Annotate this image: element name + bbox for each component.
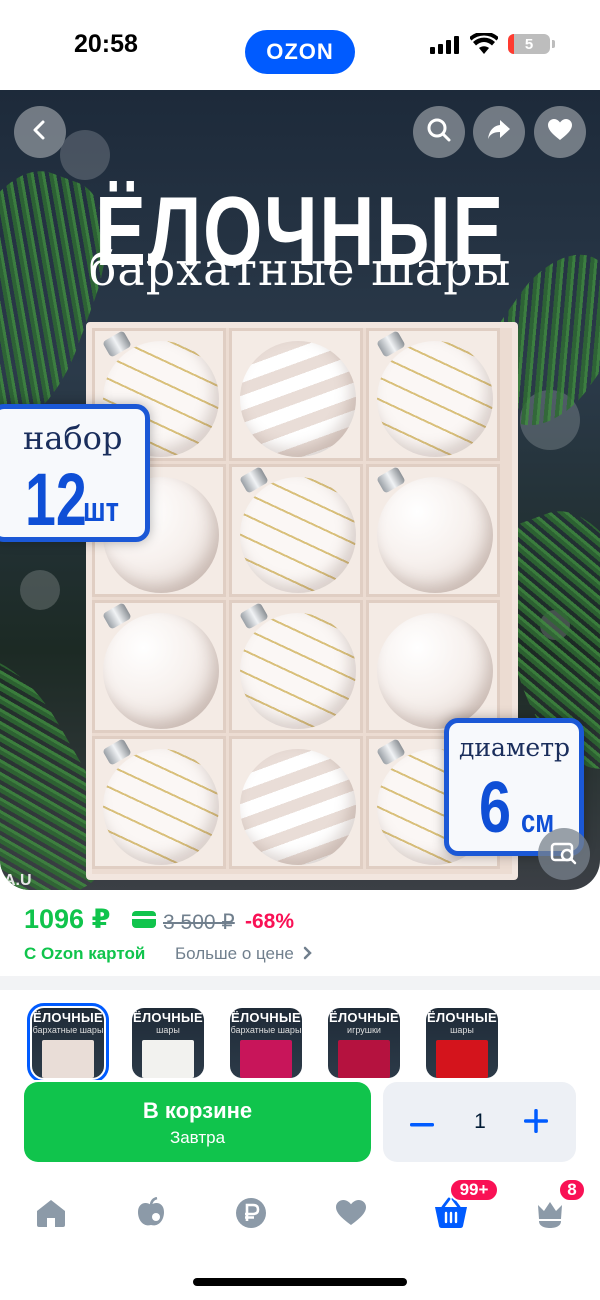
delivery-date: Завтра xyxy=(169,1128,226,1147)
back-icon xyxy=(29,119,51,146)
thumbnail-product xyxy=(338,1040,390,1078)
battery-icon: 5 xyxy=(508,34,555,54)
ornament xyxy=(366,328,500,461)
set-badge-label: набор xyxy=(23,419,123,457)
thumbnail-product xyxy=(42,1040,94,1078)
more-about-price-link[interactable]: Больше о цене xyxy=(175,944,313,965)
status-time: 20:58 xyxy=(74,30,138,58)
share-button[interactable] xyxy=(473,106,525,158)
favorites-icon xyxy=(335,1199,367,1232)
thumbnail-product xyxy=(240,1040,292,1078)
thumbnail-title: ЁЛОЧНЫЕ xyxy=(33,1010,103,1025)
cart-icon xyxy=(433,1197,469,1234)
fresh-icon xyxy=(135,1196,167,1234)
search-button[interactable] xyxy=(413,106,465,158)
decrease-quantity-button[interactable] xyxy=(405,1106,439,1140)
cart-count-badge: 99+ xyxy=(449,1178,499,1202)
share-icon xyxy=(486,118,512,147)
thumbnail-subtitle: шары xyxy=(450,1025,474,1035)
thumbnail-product xyxy=(142,1040,194,1078)
quantity-value: 1 xyxy=(474,1110,486,1133)
ornament xyxy=(229,328,363,461)
thumbnail-title: ЁЛОЧНЫЕ xyxy=(329,1010,399,1025)
variant-thumbnail[interactable]: ЁЛОЧНЫЕ игрушки xyxy=(328,1008,400,1078)
quantity-stepper: 1 xyxy=(383,1082,576,1162)
plus-icon xyxy=(524,1108,548,1138)
diameter-badge-label: диаметр xyxy=(459,733,571,762)
set-badge-unit: шт xyxy=(83,491,119,529)
ornament xyxy=(229,464,363,597)
thumbnail-title: ЁЛОЧНЫЕ xyxy=(133,1010,203,1025)
battery-level: 5 xyxy=(524,35,534,53)
home-icon xyxy=(35,1198,67,1233)
thumbnail-product xyxy=(436,1040,488,1078)
tab-favorites[interactable] xyxy=(321,1190,381,1240)
wifi-icon xyxy=(469,31,499,60)
tab-home[interactable] xyxy=(21,1190,81,1240)
set-count-badge: набор 12 шт xyxy=(0,404,150,542)
chevron-right-icon xyxy=(303,945,313,965)
more-about-price-label: Больше о цене xyxy=(175,944,294,963)
status-bar: 20:58 OZON 5 xyxy=(0,0,600,90)
in-cart-button[interactable]: В корзине Завтра xyxy=(24,1082,371,1162)
thumbnail-subtitle: игрушки xyxy=(347,1025,381,1035)
price-block[interactable]: 1096 ₽ 3 500 ₽ -68% С Ozon картой Больше… xyxy=(0,890,600,978)
image-search-icon xyxy=(550,839,578,870)
hero-subtitle: бархатные шары xyxy=(88,242,512,296)
minus-icon xyxy=(410,1114,434,1132)
ornament xyxy=(229,600,363,733)
variant-thumbnails: ЁЛОЧНЫЕ бархатные шары ЁЛОЧНЫЕ шары ЁЛОЧ… xyxy=(0,990,600,1083)
set-badge-number: 12 xyxy=(25,458,87,541)
ornament xyxy=(92,736,226,869)
ornament xyxy=(366,464,500,597)
increase-quantity-button[interactable] xyxy=(519,1106,553,1140)
ozon-card-icon xyxy=(132,911,156,928)
search-icon xyxy=(426,117,452,148)
variant-thumbnail[interactable]: ЁЛОЧНЫЕ шары xyxy=(132,1008,204,1078)
finance-icon xyxy=(235,1197,267,1234)
ozon-card-label: С Ozon картой xyxy=(24,944,146,963)
tab-fresh[interactable] xyxy=(121,1190,181,1240)
section-separator xyxy=(0,976,600,990)
old-price: 3 500 ₽ xyxy=(163,911,235,934)
variant-thumbnail[interactable]: ЁЛОЧНЫЕ бархатные шары xyxy=(230,1008,302,1078)
thumbnail-subtitle: шары xyxy=(156,1025,180,1035)
variant-thumbnail[interactable]: ЁЛОЧНЫЕ шары xyxy=(426,1008,498,1078)
diameter-badge-number: 6 xyxy=(479,768,512,848)
tab-finance[interactable] xyxy=(221,1190,281,1240)
ornament xyxy=(366,600,500,733)
in-cart-label: В корзине xyxy=(142,1098,253,1123)
thumbnail-title: ЁЛОЧНЫЕ xyxy=(427,1010,497,1025)
ornament xyxy=(92,600,226,733)
price: 1096 ₽ xyxy=(24,904,111,934)
product-image[interactable]: ЁЛОЧНЫЕ бархатные шары набор 12 шт диаме… xyxy=(0,90,600,890)
ornament xyxy=(229,736,363,869)
action-bar: В корзине Завтра 1 xyxy=(0,1080,600,1172)
variant-thumbnail[interactable]: ЁЛОЧНЫЕ бархатные шары xyxy=(27,1003,109,1083)
thumbnail-title: ЁЛОЧНЫЕ xyxy=(231,1010,301,1025)
thumbnail-subtitle: бархатные шары xyxy=(32,1025,104,1035)
favorite-icon xyxy=(547,118,573,147)
home-indicator[interactable] xyxy=(193,1278,407,1286)
discount: -68% xyxy=(245,910,295,933)
back-button[interactable] xyxy=(14,106,66,158)
thumbnail-subtitle: бархатные шары xyxy=(230,1025,302,1035)
brand-watermark: A.U xyxy=(4,872,32,889)
favorite-button[interactable] xyxy=(534,106,586,158)
profile-icon xyxy=(534,1197,566,1234)
profile-notification-badge: 8 xyxy=(558,1178,586,1202)
signal-icon xyxy=(430,36,460,54)
ozon-logo[interactable]: OZON xyxy=(245,30,355,74)
image-search-button[interactable] xyxy=(538,828,590,880)
